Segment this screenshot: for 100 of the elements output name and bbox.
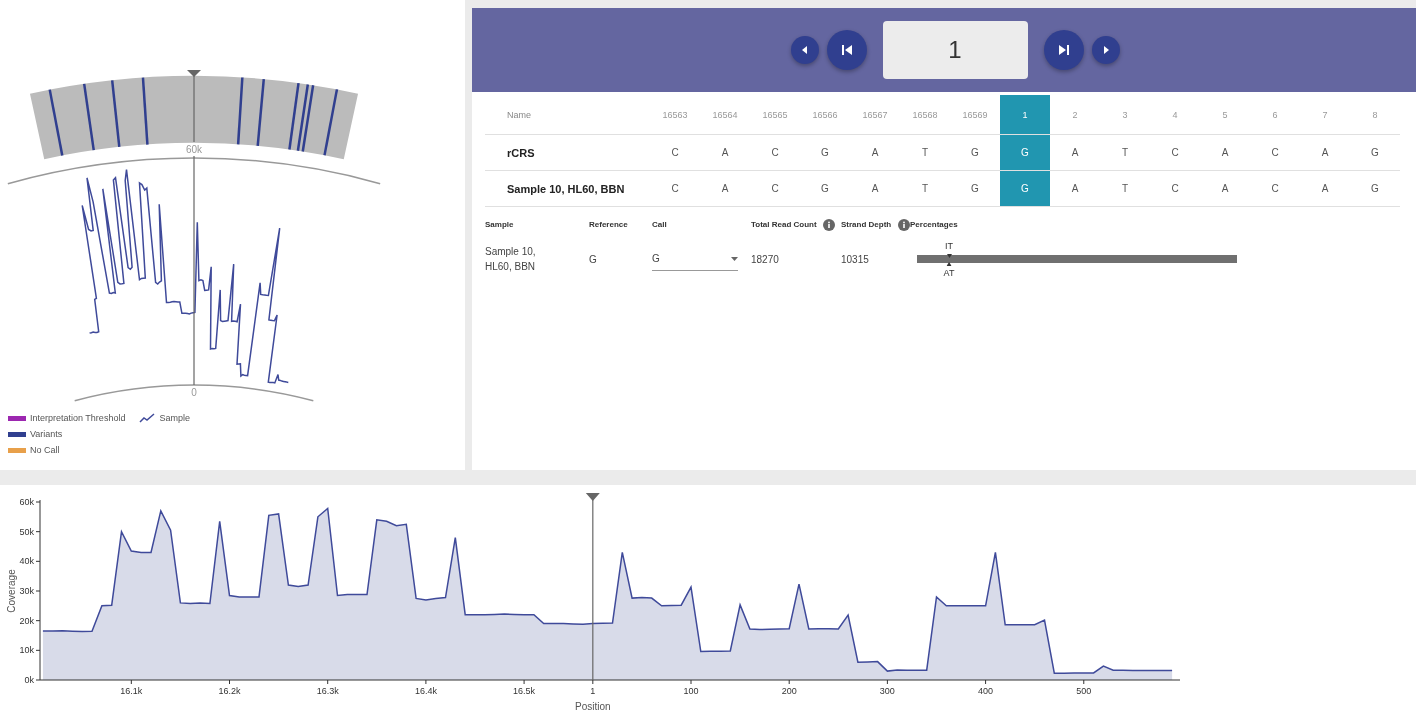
base-cell-text: A bbox=[1070, 146, 1080, 160]
base-cell-text: C bbox=[670, 146, 680, 160]
position-header[interactable]: 8 bbox=[1350, 95, 1400, 134]
base-cell-text: G bbox=[1370, 146, 1380, 160]
base-cell-text: G bbox=[970, 182, 980, 196]
axis-label: 0 bbox=[191, 387, 197, 398]
previous-button[interactable] bbox=[790, 36, 819, 64]
column-header: Reference bbox=[589, 219, 628, 231]
x-tick-label: 16.4k bbox=[414, 686, 437, 696]
base-cell-text: G bbox=[820, 146, 830, 160]
base-cell-text: T bbox=[1120, 146, 1130, 160]
skip-last-icon bbox=[1057, 44, 1070, 56]
y-tick-label: 20k bbox=[19, 615, 34, 626]
x-tick-label: 300 bbox=[879, 686, 895, 696]
row-name: Sample 10, HL60, BBN bbox=[506, 181, 626, 197]
x-tick-label: 500 bbox=[1076, 686, 1092, 696]
base-cell-text: A bbox=[720, 146, 730, 160]
marker-down-icon bbox=[946, 254, 952, 258]
info-icon[interactable] bbox=[823, 219, 835, 231]
y-tick-label: 50k bbox=[19, 526, 34, 537]
call-select[interactable]: G bbox=[652, 247, 738, 271]
base-cell-text: A bbox=[1320, 182, 1330, 196]
line-legend-icon bbox=[139, 413, 156, 423]
table-cell-text: 10315 bbox=[841, 252, 869, 267]
last-button[interactable] bbox=[1043, 30, 1084, 70]
y-tick-label: 60k bbox=[19, 497, 34, 507]
position-header[interactable]: 16565 bbox=[750, 95, 800, 134]
position-header[interactable]: 6 bbox=[1250, 95, 1300, 134]
column-header: Total Read Count bbox=[751, 219, 817, 231]
legend-label: Sample bbox=[159, 413, 190, 423]
x-tick-label: 16.1k bbox=[120, 686, 143, 696]
x-tick-label: 16.3k bbox=[316, 686, 339, 696]
y-axis-title: Coverage bbox=[6, 569, 17, 613]
position-header[interactable]: 16567 bbox=[850, 95, 900, 134]
position-header[interactable]: 16564 bbox=[700, 95, 750, 134]
position-header[interactable]: 16566 bbox=[800, 95, 850, 134]
base-cell-text: T bbox=[1120, 182, 1130, 196]
position-header[interactable]: 16568 bbox=[900, 95, 950, 134]
table-cell-text: 18270 bbox=[751, 252, 779, 267]
position-header[interactable]: 16569 bbox=[950, 95, 1000, 134]
axis-label: 60k bbox=[185, 144, 203, 155]
base-cell-text: A bbox=[1220, 146, 1230, 160]
position-header[interactable]: 3 bbox=[1100, 95, 1150, 134]
next-button[interactable] bbox=[1091, 36, 1120, 64]
position-header[interactable]: 5 bbox=[1200, 95, 1250, 134]
base-cell-text: C bbox=[1270, 182, 1280, 196]
base-cell-text: C bbox=[770, 146, 780, 160]
table-cell-text: Sample 10, HL60, BBN bbox=[485, 245, 537, 274]
position-header[interactable]: 1 bbox=[1000, 95, 1050, 134]
base-cell-text: G bbox=[820, 182, 830, 196]
base-cell-text: G bbox=[1370, 182, 1380, 196]
position-header[interactable]: 4 bbox=[1150, 95, 1200, 134]
column-header: Percentages bbox=[910, 219, 958, 231]
position-header[interactable]: 2 bbox=[1050, 95, 1100, 134]
base-cell-text: A bbox=[720, 182, 730, 196]
x-tick-label: 200 bbox=[781, 686, 797, 696]
y-tick-label: 30k bbox=[19, 586, 34, 596]
base-cell-text: A bbox=[1320, 146, 1330, 160]
column-header: Strand Depth bbox=[841, 219, 892, 231]
legend-label: No Call bbox=[30, 445, 60, 455]
x-tick-label: 400 bbox=[978, 686, 994, 696]
legend-label: Interpretation Threshold bbox=[30, 413, 126, 423]
base-cell-text: C bbox=[1170, 146, 1180, 160]
marker-label: AT bbox=[943, 267, 955, 280]
info-icon[interactable] bbox=[898, 219, 910, 231]
position-header[interactable]: 16563 bbox=[650, 95, 700, 134]
base-cell-text: T bbox=[920, 146, 930, 160]
x-tick-label: 16.2k bbox=[218, 686, 241, 696]
column-header: Sample bbox=[485, 219, 514, 231]
marker-label: IT bbox=[945, 240, 953, 253]
caret-right-icon bbox=[1102, 46, 1109, 54]
position-cursor[interactable] bbox=[187, 70, 201, 386]
x-tick-label: 16.5k bbox=[513, 686, 536, 696]
position-header[interactable]: 7 bbox=[1300, 95, 1350, 134]
x-tick-label: 1 bbox=[590, 686, 596, 696]
base-cell-text: G bbox=[970, 146, 980, 160]
first-button[interactable] bbox=[826, 30, 867, 70]
base-cell-text: T bbox=[920, 182, 930, 196]
base-cell-text: C bbox=[1170, 182, 1180, 196]
base-cell-text: A bbox=[870, 182, 880, 196]
legend-label: Variants bbox=[30, 429, 63, 439]
base-cell-text: C bbox=[670, 182, 680, 196]
base-cell: G bbox=[1000, 171, 1050, 206]
base-cell-text: A bbox=[1070, 182, 1080, 196]
position-input[interactable]: 1 bbox=[882, 21, 1028, 79]
column-header: Name bbox=[506, 108, 532, 122]
table-cell-text: G bbox=[589, 252, 597, 267]
base-cell-text: C bbox=[770, 182, 780, 196]
caret-down-icon bbox=[731, 256, 738, 261]
position-cursor[interactable] bbox=[585, 493, 600, 681]
x-axis-title: Position bbox=[575, 701, 611, 712]
y-tick-label: 40k bbox=[19, 556, 34, 567]
column-header: Call bbox=[652, 219, 667, 231]
base-cell: G bbox=[1000, 135, 1050, 170]
y-tick-label: 10k bbox=[19, 645, 34, 656]
row-name: rCRS bbox=[506, 145, 536, 161]
caret-left-icon bbox=[801, 46, 808, 54]
x-tick-label: 100 bbox=[683, 686, 699, 696]
y-tick-label: 0k bbox=[24, 675, 34, 685]
base-cell-text: C bbox=[1270, 146, 1280, 160]
